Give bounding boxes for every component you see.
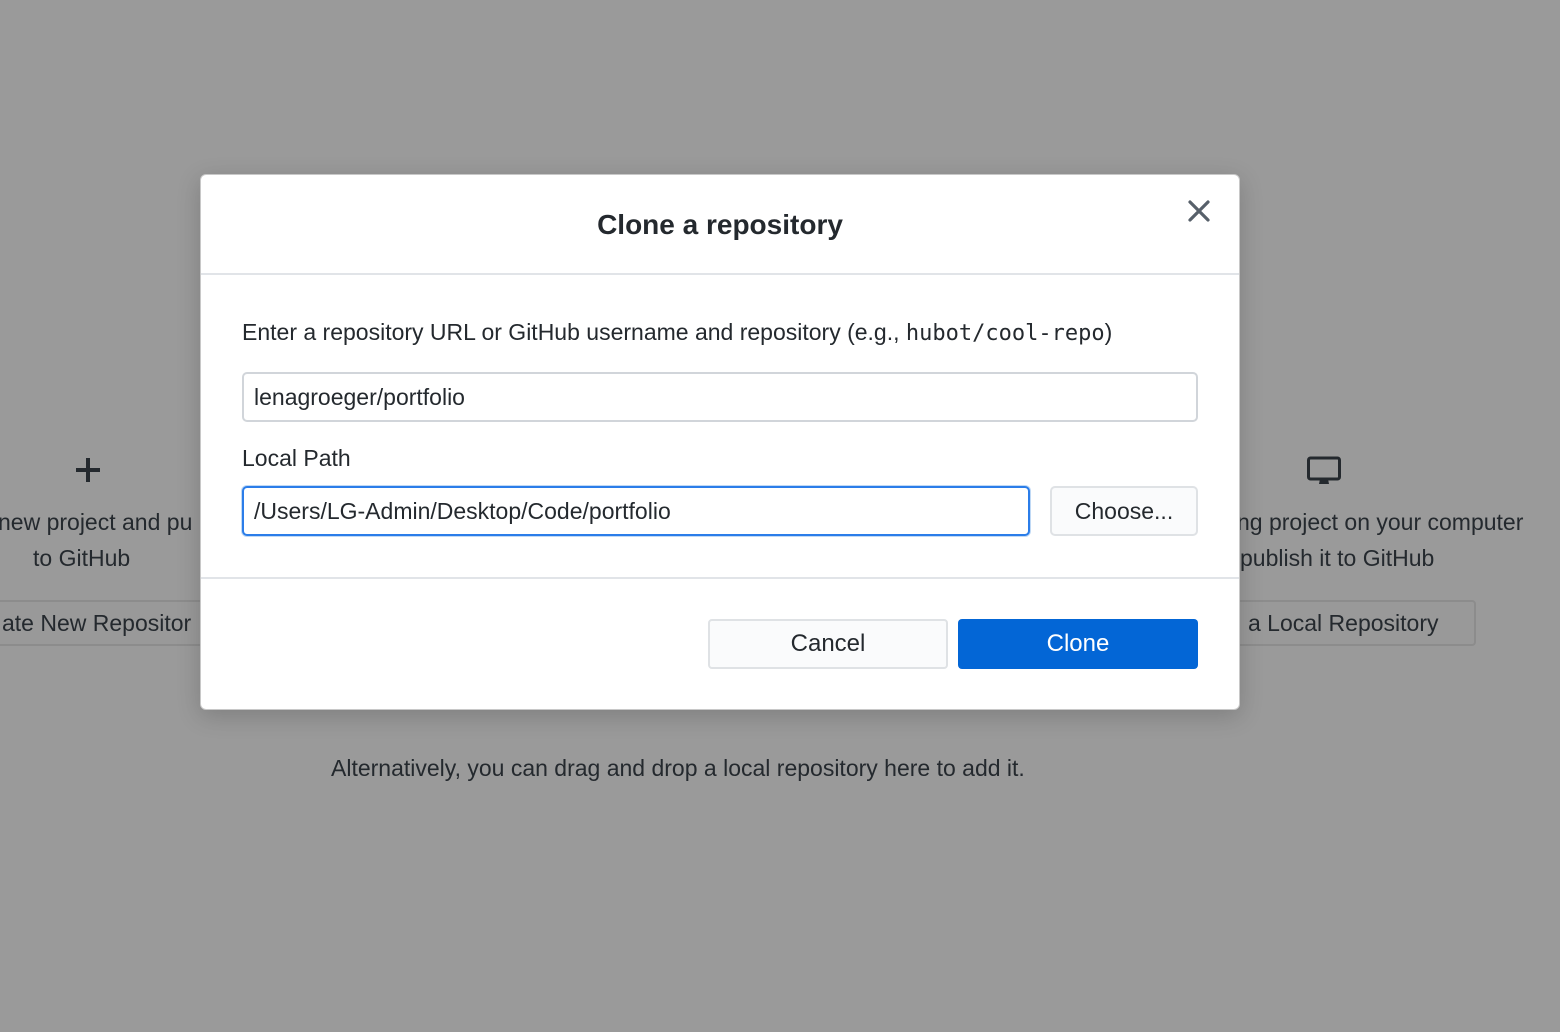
dialog-footer: Cancel Clone xyxy=(201,577,1239,709)
dialog-header: Clone a repository xyxy=(201,175,1239,275)
add-local-description-line1: ng project on your computer xyxy=(1237,509,1524,535)
repository-url-example: hubot/cool-repo xyxy=(905,321,1105,346)
drag-drop-hint: Alternatively, you can drag and drop a l… xyxy=(331,755,1025,781)
cancel-button[interactable]: Cancel xyxy=(708,619,948,669)
repository-url-label: Enter a repository URL or GitHub usernam… xyxy=(242,319,1112,346)
repository-url-label-suffix: ) xyxy=(1104,319,1113,345)
plus-icon xyxy=(74,456,102,489)
choose-path-label: Choose... xyxy=(1074,497,1174,524)
add-local-repository-button[interactable]: a Local Repository xyxy=(1226,600,1476,646)
create-new-repository-label: ate New Repositor xyxy=(2,609,192,636)
repository-url-label-prefix: Enter a repository URL or GitHub usernam… xyxy=(242,319,906,345)
local-path-input[interactable] xyxy=(242,486,1030,536)
dialog-title: Clone a repository xyxy=(597,209,843,240)
create-repo-description-line2: to GitHub xyxy=(33,545,131,571)
create-new-repository-button[interactable]: ate New Repositor xyxy=(0,600,220,646)
clone-button[interactable]: Clone xyxy=(958,619,1198,669)
repository-url-input[interactable] xyxy=(242,372,1198,422)
clone-repository-dialog: Clone a repository Enter a repository UR… xyxy=(200,174,1240,710)
cancel-label: Cancel xyxy=(790,630,866,657)
add-local-description-line2: publish it to GitHub xyxy=(1240,545,1435,571)
add-local-repository-label: a Local Repository xyxy=(1248,609,1439,636)
close-button[interactable] xyxy=(1183,197,1215,229)
desktop-computer-icon xyxy=(1307,456,1341,491)
clone-label: Clone xyxy=(1046,630,1110,657)
create-repo-description-line1: new project and pu xyxy=(0,509,193,535)
close-icon xyxy=(1187,199,1211,228)
choose-path-button[interactable]: Choose... xyxy=(1050,486,1198,536)
local-path-label: Local Path xyxy=(242,445,351,471)
